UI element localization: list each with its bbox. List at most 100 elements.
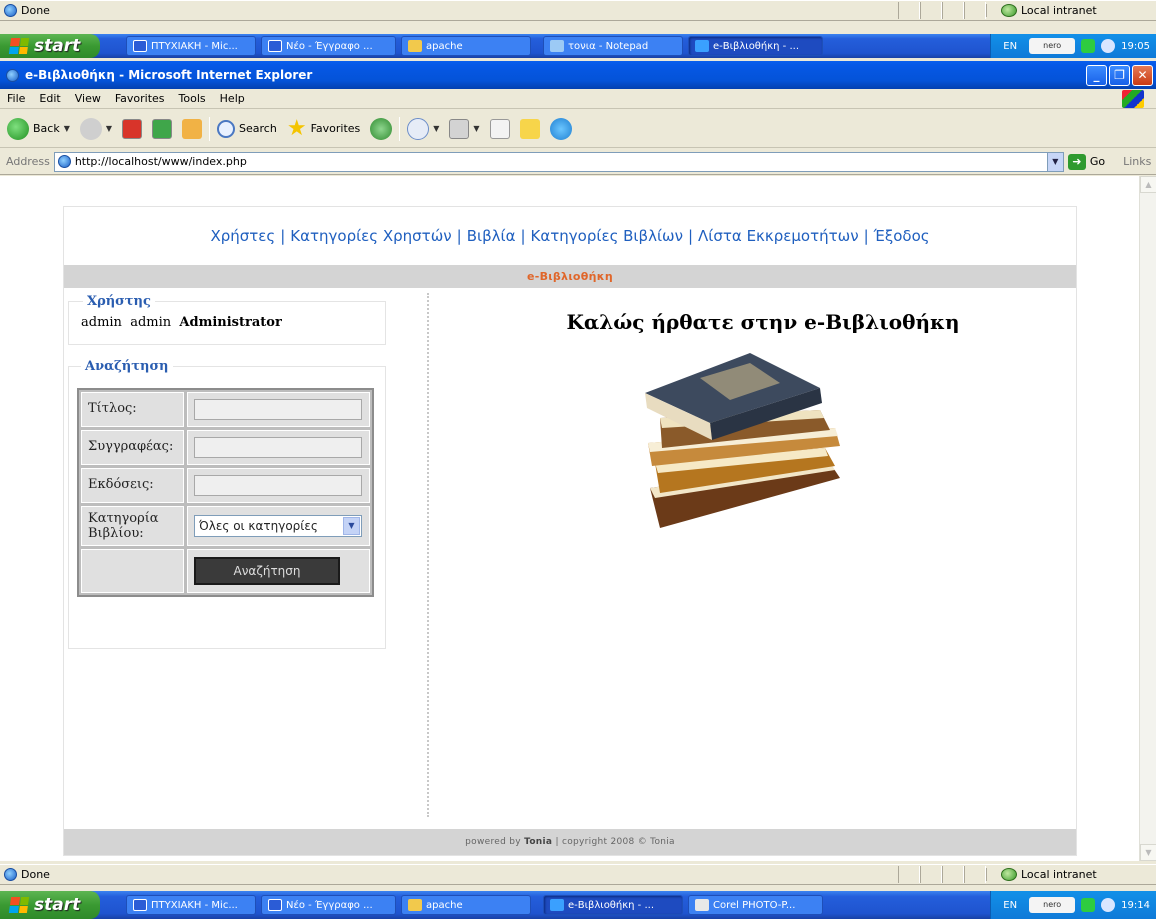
corel-icon [695,899,709,911]
messenger-icon [549,117,572,140]
stop-button[interactable] [119,114,145,144]
url-text: http://localhost/www/index.php [74,155,247,168]
menu-help[interactable]: Help [213,92,252,105]
nav-books[interactable]: Βιβλία [467,227,516,245]
history-icon [370,117,393,140]
top-taskbar: start ΠΤΥΧΙΑΚΗ - Mic... Νέο - Έγγραφο ..… [0,34,1156,58]
speaker-icon[interactable] [1101,39,1116,53]
nero-icon[interactable]: nero [1029,38,1076,54]
language-indicator[interactable]: EN [997,900,1023,911]
favorites-button[interactable]: ★ Favorites [284,114,363,144]
task-thesis[interactable]: ΠΤΥΧΙΑΚΗ - Mic... [126,895,256,915]
user-box: Χρήστης admin admin Administrator [68,294,386,345]
task-corel[interactable]: Corel PHOTO-P... [688,895,823,915]
nav-logout[interactable]: Έξοδος [874,227,930,245]
menu-view[interactable]: View [68,92,108,105]
windows-flag-icon [8,38,30,54]
task-new-doc[interactable]: Νέο - Έγγραφο ... [261,36,396,56]
user-legend: Χρήστης [87,294,151,309]
window-title: e-Βιβλιοθήκη - Microsoft Internet Explor… [25,68,313,82]
back-button[interactable]: Back ▼ [4,114,73,144]
task-notepad[interactable]: τονια - Notepad [543,36,683,56]
mail-button[interactable]: ▼ [404,114,442,144]
edit-icon [489,118,510,139]
menu-favorites[interactable]: Favorites [108,92,172,105]
search-submit-button[interactable]: Αναζήτηση [194,557,340,585]
bottom-status-bar: Done Local intranet [0,864,1156,885]
page-viewport: Χρήστες | Κατηγορίες Χρηστών | Βιβλία | Κατ… [0,176,1156,861]
task-new-doc[interactable]: Νέο - Έγγραφο ... [261,895,396,915]
folder-icon [408,40,422,52]
ie-window-icon [6,68,19,82]
address-label: Address [6,155,50,168]
scroll-down-icon[interactable]: ▼ [1140,844,1156,861]
menu-tools[interactable]: Tools [172,92,213,105]
page-icon [57,155,71,168]
title-label: Τίτλος: [81,392,184,427]
ie-page-icon [4,868,17,881]
refresh-button[interactable] [149,114,175,144]
discuss-button[interactable] [517,114,543,144]
notepad-icon [550,40,564,52]
nav-user-categories[interactable]: Κατηγορίες Χρηστών [290,227,451,245]
mail-icon [407,117,430,140]
author-label: Συγγραφέας: [81,430,184,465]
forward-button[interactable]: ▼ [77,114,115,144]
scroll-up-icon[interactable]: ▲ [1140,176,1156,193]
publisher-label: Εκδόσεις: [81,468,184,503]
task-apache[interactable]: apache [401,895,531,915]
address-input[interactable]: http://localhost/www/index.php ▼ [53,151,1064,172]
speaker-icon[interactable] [1101,898,1116,912]
network-icon[interactable] [1081,39,1096,53]
welcome-heading: Καλώς ήρθατε στην e-Βιβλιοθήκη [566,310,960,334]
menu-edit[interactable]: Edit [32,92,67,105]
folder-icon [408,899,422,911]
vertical-scrollbar[interactable]: ▲ ▼ [1139,176,1156,861]
menu-bar: File Edit View Favorites Tools Help [0,89,1156,109]
print-icon [449,118,470,139]
user-first-name: admin [81,315,122,330]
window-title-bar: e-Βιβλιοθήκη - Microsoft Internet Explor… [0,61,1156,89]
forward-arrow-icon [79,117,102,140]
start-button[interactable]: start [0,891,100,919]
nero-icon[interactable]: nero [1029,897,1076,913]
maximize-button[interactable]: ❐ [1109,64,1130,86]
task-ebiblio[interactable]: e-Βιβλιοθήκη - ... [688,36,823,56]
minimize-button[interactable]: _ [1086,64,1107,86]
home-button[interactable] [179,114,205,144]
search-icon [217,119,236,138]
links-button[interactable]: Links [1123,155,1151,168]
footer-copyright: | copyright 2008 © Tonia [555,837,675,847]
zone-text: Local intranet [1021,4,1097,17]
publisher-input[interactable] [194,475,362,496]
language-indicator[interactable]: EN [997,41,1023,52]
footer-author: Tonia [524,837,553,847]
category-select[interactable]: Όλες οι κατηγορίες ▼ [194,515,362,537]
history-button[interactable] [367,114,395,144]
network-icon[interactable] [1081,898,1096,912]
column-divider [427,293,429,817]
author-input[interactable] [194,437,362,458]
go-button[interactable]: ➜ Go [1067,153,1105,170]
nav-pending-list[interactable]: Λίστα Εκκρεμοτήτων [698,227,859,245]
menu-file[interactable]: File [0,92,32,105]
status-text: Done [21,4,50,17]
task-apache[interactable]: apache [401,36,531,56]
chevron-down-icon[interactable]: ▼ [1046,152,1063,171]
task-thesis[interactable]: ΠΤΥΧΙΑΚΗ - Mic... [126,36,256,56]
nav-book-categories[interactable]: Κατηγορίες Βιβλίων [531,227,683,245]
refresh-icon [152,118,173,139]
search-button[interactable]: Search [214,114,280,144]
title-input[interactable] [194,399,362,420]
category-selected: Όλες οι κατηγορίες [199,519,318,533]
go-arrow-icon: ➜ [1067,153,1086,170]
back-arrow-icon [7,117,29,140]
close-button[interactable]: ✕ [1132,64,1153,86]
messenger-button[interactable] [547,114,575,144]
task-ebiblio[interactable]: e-Βιβλιοθήκη - ... [543,895,683,915]
print-button[interactable]: ▼ [446,114,482,144]
nav-users[interactable]: Χρήστες [210,227,275,245]
start-button[interactable]: start [0,34,100,58]
main-nav: Χρήστες | Κατηγορίες Χρηστών | Βιβλία | Κατ… [210,227,930,245]
edit-button[interactable] [487,114,513,144]
